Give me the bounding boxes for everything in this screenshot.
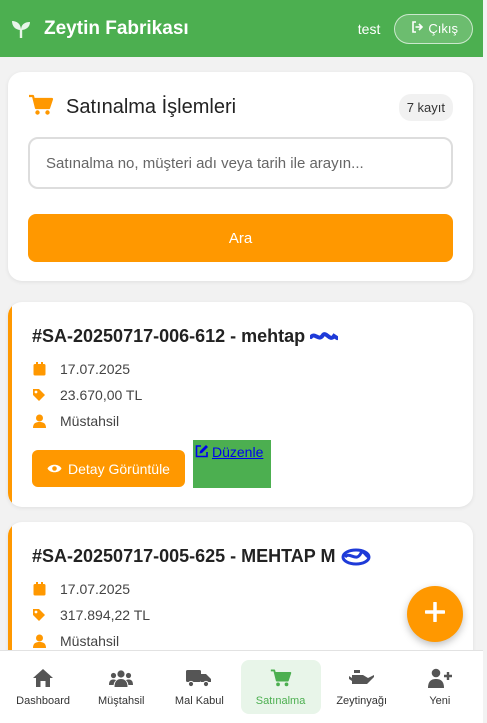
search-input[interactable] <box>28 137 453 189</box>
truck-icon <box>186 667 212 689</box>
tag-icon <box>32 608 46 622</box>
nav-item-mustahsil[interactable]: Müştahsil <box>84 660 158 714</box>
order-date: 17.07.2025 <box>60 361 131 377</box>
app-title: Zeytin Fabrikası <box>44 17 189 39</box>
redaction-scribble <box>341 548 370 566</box>
oil-can-icon <box>348 667 375 689</box>
cart-icon <box>270 667 292 689</box>
order-title: #SA-20250717-006-612 - mehtap <box>32 326 306 346</box>
order-title: #SA-20250717-005-625 - MEHTAP M <box>32 546 336 566</box>
edit-link[interactable]: Düzenle <box>193 440 271 488</box>
nav-item-zeytinyagi[interactable]: Zeytinyağı <box>325 660 399 714</box>
order-card: #SA-20250717-006-612 - mehtap 17.07.2025… <box>8 302 473 507</box>
order-type: Müstahsil <box>60 413 120 429</box>
plus-icon <box>424 600 446 627</box>
view-details-label: Detay Görüntüle <box>68 460 170 477</box>
nav-label: Mal Kabul <box>174 695 224 707</box>
edit-label: Düzenle <box>212 444 264 460</box>
card-accent <box>8 302 12 507</box>
logout-label: Çıkış <box>428 21 458 36</box>
order-type: Müstahsil <box>60 633 120 649</box>
user-icon <box>32 414 46 428</box>
nav-label: Zeytinyağı <box>336 695 388 707</box>
order-amount: 317.894,22 TL <box>60 607 151 623</box>
cart-icon <box>28 94 54 121</box>
eye-icon <box>47 461 62 477</box>
search-button[interactable]: Ara <box>28 214 453 262</box>
search-card: Satınalma İşlemleri 7 kayıt Ara <box>8 72 473 281</box>
nav-item-dashboard[interactable]: Dashboard <box>6 660 80 714</box>
user-plus-icon <box>427 667 452 689</box>
add-button[interactable] <box>407 586 463 642</box>
edit-icon <box>195 444 209 461</box>
nav-item-mal-kabul[interactable]: Mal Kabul <box>162 660 236 714</box>
username: test <box>357 20 381 37</box>
logout-button[interactable]: Çıkış <box>394 13 473 44</box>
nav-item-satinalma[interactable]: Satınalma <box>240 660 321 714</box>
tag-icon <box>32 388 46 402</box>
order-amount: 23.670,00 TL <box>60 387 143 403</box>
home-icon <box>32 667 54 689</box>
users-icon <box>109 667 134 689</box>
redaction-scribble <box>310 332 339 341</box>
nav-label: Müştahsil <box>98 695 145 707</box>
calendar-icon <box>32 582 46 596</box>
user-icon <box>32 634 46 648</box>
page-title: Satınalma İşlemleri <box>66 96 237 118</box>
calendar-icon <box>32 362 46 376</box>
order-date: 17.07.2025 <box>60 581 131 597</box>
nav-label: Yeni <box>429 695 451 707</box>
nav-item-yeni[interactable]: Yeni <box>403 660 477 714</box>
nav-label: Satınalma <box>255 695 306 707</box>
view-details-button[interactable]: Detay Görüntüle <box>32 450 185 487</box>
nav-label: Dashboard <box>16 695 70 707</box>
bottom-nav: Dashboard Müştahsil Mal Kabul Satınalma … <box>0 650 483 723</box>
sign-out-icon <box>411 21 424 36</box>
seedling-icon <box>10 18 32 40</box>
app-header: Zeytin Fabrikası test Çıkış <box>0 0 483 57</box>
record-count-badge: 7 kayıt <box>398 94 453 121</box>
